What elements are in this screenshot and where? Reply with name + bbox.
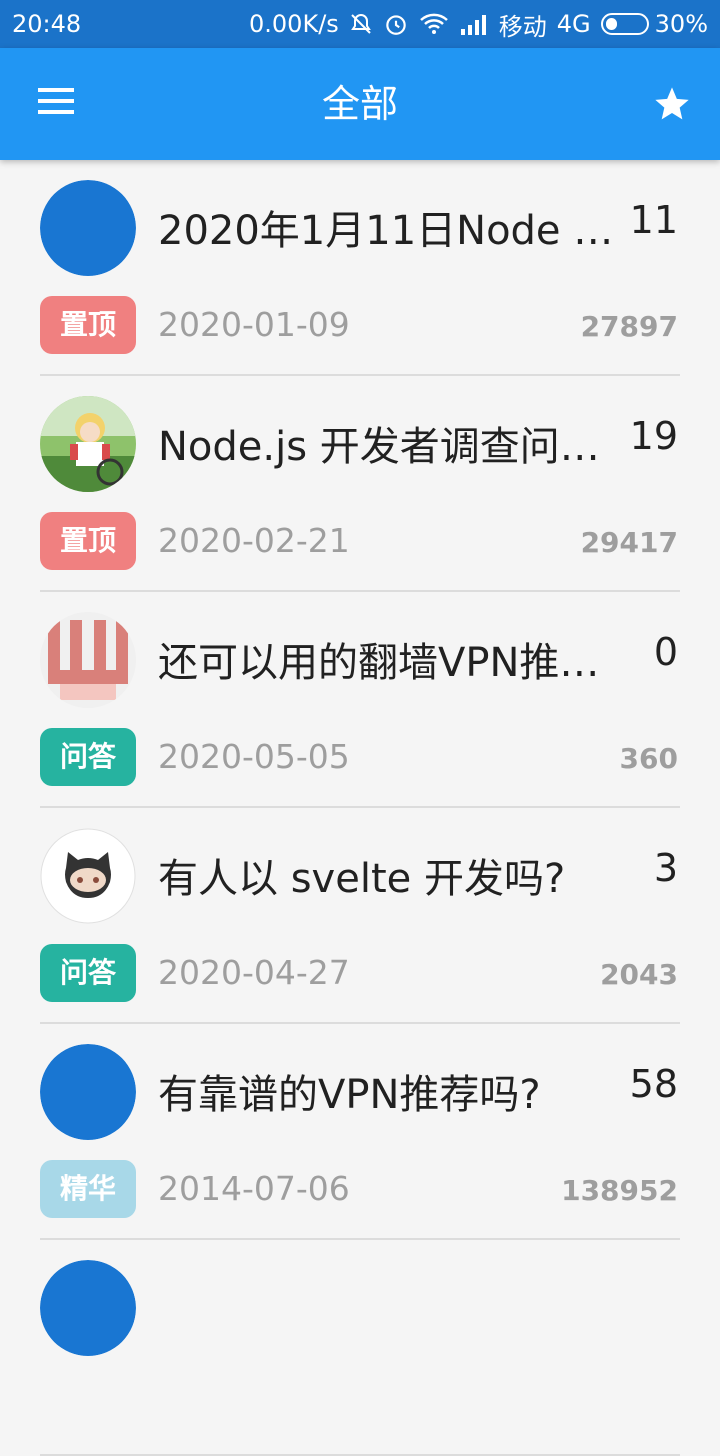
alarm-icon <box>383 11 409 37</box>
battery-indicator: 30% <box>600 10 708 38</box>
reply-count: 58 <box>629 1062 678 1106</box>
status-bar: 20:48 0.00K/s 移动 4G 30% <box>0 0 720 48</box>
app-bar: 全部 <box>0 48 720 160</box>
topic-date: 2014-07-06 <box>158 1169 350 1208</box>
topic-item[interactable]: 2020年1月11日Node … 11 置顶 2020-01-09 27897 <box>40 160 680 376</box>
topic-tag-badge: 置顶 <box>40 296 136 354</box>
topic-tag-badge: 问答 <box>40 728 136 786</box>
topic-date: 2020-04-27 <box>158 953 350 992</box>
topic-date: 2020-05-05 <box>158 737 350 776</box>
status-time: 20:48 <box>12 10 82 38</box>
topic-tag-badge: 置顶 <box>40 512 136 570</box>
topic-title: 还可以用的翻墙VPN推… <box>158 640 600 686</box>
network-speed: 0.00K/s <box>249 10 339 38</box>
star-icon[interactable] <box>652 84 692 124</box>
reply-count: 19 <box>629 414 678 458</box>
signal-icon <box>459 13 489 35</box>
reply-count: 3 <box>653 846 678 890</box>
topic-title: 2020年1月11日Node … <box>158 208 614 254</box>
topic-title: 有人以 svelte 开发吗? <box>158 856 566 902</box>
user-avatar[interactable] <box>40 396 136 492</box>
view-count: 138952 <box>561 1174 678 1207</box>
topic-list: 2020年1月11日Node … 11 置顶 2020-01-09 27897 Node.… <box>0 160 720 1456</box>
battery-percent: 30% <box>654 10 708 38</box>
view-count: 360 <box>619 742 678 775</box>
view-count: 27897 <box>580 310 678 343</box>
network-type: 4G <box>556 10 591 38</box>
user-avatar[interactable] <box>40 612 136 708</box>
topic-item[interactable]: 还可以用的翻墙VPN推… 0 问答 2020-05-05 360 <box>40 592 680 808</box>
topic-title: 有靠谱的VPN推荐吗? <box>158 1072 541 1118</box>
topic-item[interactable]: Node.js 开发者调查问… 19 置顶 2020-02-21 29417 <box>40 376 680 592</box>
topic-item[interactable] <box>40 1240 680 1456</box>
topic-date: 2020-01-09 <box>158 305 350 344</box>
carrier-name: 移动 <box>498 12 547 41</box>
view-count: 29417 <box>580 526 678 559</box>
status-right: 0.00K/s 移动 4G 30% <box>249 7 708 42</box>
topic-date: 2020-02-21 <box>158 521 350 560</box>
topic-item[interactable]: 有靠谱的VPN推荐吗? 58 精华 2014-07-06 138952 <box>40 1024 680 1240</box>
page-title: 全部 <box>321 82 398 126</box>
user-avatar[interactable] <box>40 1044 136 1140</box>
user-avatar[interactable] <box>40 1260 136 1356</box>
wifi-icon <box>419 12 449 36</box>
user-avatar[interactable] <box>40 828 136 924</box>
mute-icon <box>349 12 373 36</box>
reply-count: 11 <box>629 198 678 242</box>
topic-title: Node.js 开发者调查问… <box>158 424 600 470</box>
battery-icon <box>600 13 649 35</box>
view-count: 2043 <box>600 958 678 991</box>
topic-tag-badge: 精华 <box>40 1160 136 1218</box>
reply-count: 0 <box>653 630 678 674</box>
topic-item[interactable]: 有人以 svelte 开发吗? 3 问答 2020-04-27 2043 <box>40 808 680 1024</box>
user-avatar[interactable] <box>40 180 136 276</box>
topic-tag-badge: 问答 <box>40 944 136 1002</box>
